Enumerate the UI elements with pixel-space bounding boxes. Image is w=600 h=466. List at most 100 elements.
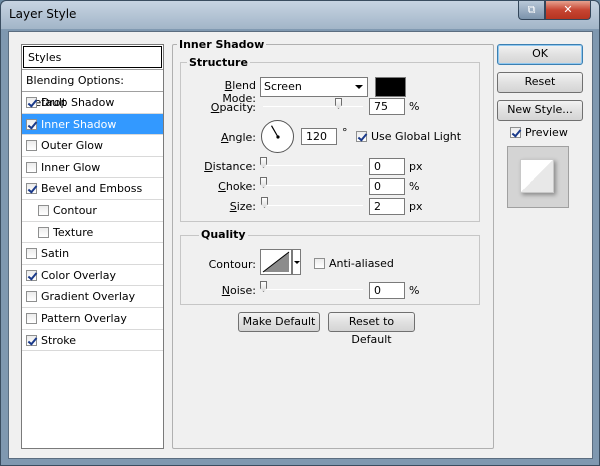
noise-label: Noise:	[221, 284, 256, 297]
style-item-label: Bevel and Emboss	[41, 182, 143, 196]
size-slider-track[interactable]	[263, 205, 363, 206]
style-item-outer-glow[interactable]: Outer Glow	[22, 135, 163, 157]
checkbox-icon	[510, 127, 521, 138]
style-item-label: Drop Shadow	[41, 96, 115, 109]
style-item-stroke[interactable]: Stroke	[22, 330, 163, 352]
noise-input[interactable]: 0	[369, 282, 405, 299]
quality-title: Quality	[199, 228, 248, 241]
style-item-satin[interactable]: Satin	[22, 243, 163, 265]
style-preview	[507, 146, 569, 208]
reset-button[interactable]: Reset	[497, 72, 583, 93]
styles-header[interactable]: Styles	[23, 46, 162, 68]
use-global-light-checkbox[interactable]: Use Global Light	[356, 130, 461, 143]
angle-label: Angle:	[220, 131, 256, 144]
style-item-label: Pattern Overlay	[41, 311, 127, 325]
contour-picker[interactable]	[260, 249, 292, 275]
style-item-gradient-overlay[interactable]: Gradient Overlay	[22, 286, 163, 308]
contour-label: Contour:	[208, 258, 256, 271]
style-item-label: Inner Glow	[41, 160, 101, 174]
angle-dial-icon	[270, 125, 280, 139]
preview-label: Preview	[525, 126, 568, 139]
checkbox-icon	[356, 131, 367, 142]
chevron-down-icon	[294, 261, 300, 264]
use-global-light-label: Use Global Light	[371, 130, 462, 143]
style-items: Drop Shadow Inner Shadow Outer Glow Inner G…	[22, 92, 163, 352]
size-label: Size:	[229, 200, 256, 213]
noise-slider-track[interactable]	[263, 289, 363, 290]
chevron-down-icon	[355, 85, 363, 89]
style-item-drop-shadow[interactable]: Drop Shadow	[22, 92, 163, 114]
style-item-label: Inner Shadow	[41, 117, 117, 131]
choke-label: Choke:	[218, 180, 256, 193]
opacity-label: Opacity:	[210, 101, 256, 114]
style-item-label: Contour	[53, 203, 97, 217]
structure-title: Structure	[187, 56, 250, 69]
style-item-label: Gradient Overlay	[41, 290, 136, 304]
close-button[interactable]: ✕	[545, 1, 591, 20]
style-item-label: Outer Glow	[41, 139, 104, 153]
checkbox-icon[interactable]	[26, 269, 37, 281]
opacity-unit: %	[409, 100, 420, 113]
contour-curve-icon	[262, 251, 290, 273]
opacity-input[interactable]: 75	[369, 98, 405, 115]
ok-button[interactable]: OK	[497, 44, 583, 65]
angle-dial[interactable]	[261, 120, 294, 153]
style-item-contour[interactable]: Contour	[22, 200, 163, 222]
preview-swatch	[520, 159, 554, 193]
styles-list: Styles Blending Options: Default Drop Sh…	[21, 44, 164, 449]
checkbox-icon[interactable]	[38, 226, 49, 238]
choke-unit: %	[409, 180, 420, 193]
angle-unit: °	[342, 126, 348, 139]
distance-label: Distance:	[204, 160, 256, 173]
size-unit: px	[409, 200, 423, 213]
distance-input[interactable]: 0	[369, 158, 405, 175]
checkbox-icon[interactable]	[26, 161, 37, 173]
distance-unit: px	[409, 160, 423, 173]
style-item-label: Stroke	[41, 333, 77, 347]
size-input[interactable]: 2	[369, 198, 405, 215]
contour-dropdown-button[interactable]	[292, 249, 301, 275]
restore-button[interactable]: ⧉	[518, 1, 545, 20]
window-title: Layer Style	[9, 7, 77, 21]
new-style-button[interactable]: New Style...	[497, 100, 583, 121]
style-item-label: Texture	[53, 225, 94, 239]
style-item-pattern-overlay[interactable]: Pattern Overlay	[22, 308, 163, 330]
checkbox-icon[interactable]	[26, 291, 37, 303]
choke-slider-track[interactable]	[263, 185, 363, 186]
style-item-color-overlay[interactable]: Color Overlay	[22, 265, 163, 287]
noise-unit: %	[409, 284, 420, 297]
style-item-bevel-and-emboss[interactable]: Bevel and Emboss	[22, 178, 163, 200]
choke-input[interactable]: 0	[369, 178, 405, 195]
style-item-texture[interactable]: Texture	[22, 222, 163, 244]
blend-color-swatch[interactable]	[375, 77, 406, 97]
angle-input[interactable]: 120	[301, 128, 337, 145]
blending-options-item[interactable]: Blending Options: Default	[22, 69, 163, 109]
title-bar[interactable]: Layer Style ⧉ ✕	[1, 1, 599, 29]
blend-mode-select[interactable]: Screen	[260, 77, 368, 97]
checkbox-icon	[314, 258, 325, 269]
anti-aliased-checkbox[interactable]: Anti-aliased	[314, 257, 394, 270]
dialog-body: Styles Blending Options: Default Drop Sh…	[8, 31, 593, 459]
style-item-label: Satin	[41, 247, 70, 261]
checkbox-icon[interactable]	[26, 334, 37, 346]
make-default-button[interactable]: Make Default	[238, 312, 320, 332]
checkbox-icon[interactable]	[26, 97, 37, 108]
anti-aliased-label: Anti-aliased	[329, 257, 394, 270]
preview-checkbox[interactable]: Preview	[510, 126, 568, 139]
style-item-label: Color Overlay	[41, 268, 116, 282]
checkbox-icon[interactable]	[26, 312, 37, 324]
checkbox-icon[interactable]	[26, 118, 37, 130]
checkbox-icon[interactable]	[26, 183, 37, 195]
checkbox-icon[interactable]	[38, 204, 49, 216]
style-item-inner-shadow[interactable]: Inner Shadow	[22, 113, 163, 136]
distance-slider-track[interactable]	[263, 165, 363, 166]
layer-style-window: Layer Style ⧉ ✕ Styles Blending Options:…	[0, 0, 600, 466]
checkbox-icon[interactable]	[26, 140, 37, 152]
reset-to-default-button[interactable]: Reset to Default	[328, 312, 415, 346]
restore-icon: ⧉	[527, 3, 536, 16]
close-icon: ✕	[563, 3, 573, 16]
checkbox-icon[interactable]	[26, 248, 37, 260]
blend-mode-value: Screen	[264, 80, 302, 93]
style-item-inner-glow[interactable]: Inner Glow	[22, 157, 163, 179]
opacity-slider-track[interactable]	[263, 106, 363, 107]
